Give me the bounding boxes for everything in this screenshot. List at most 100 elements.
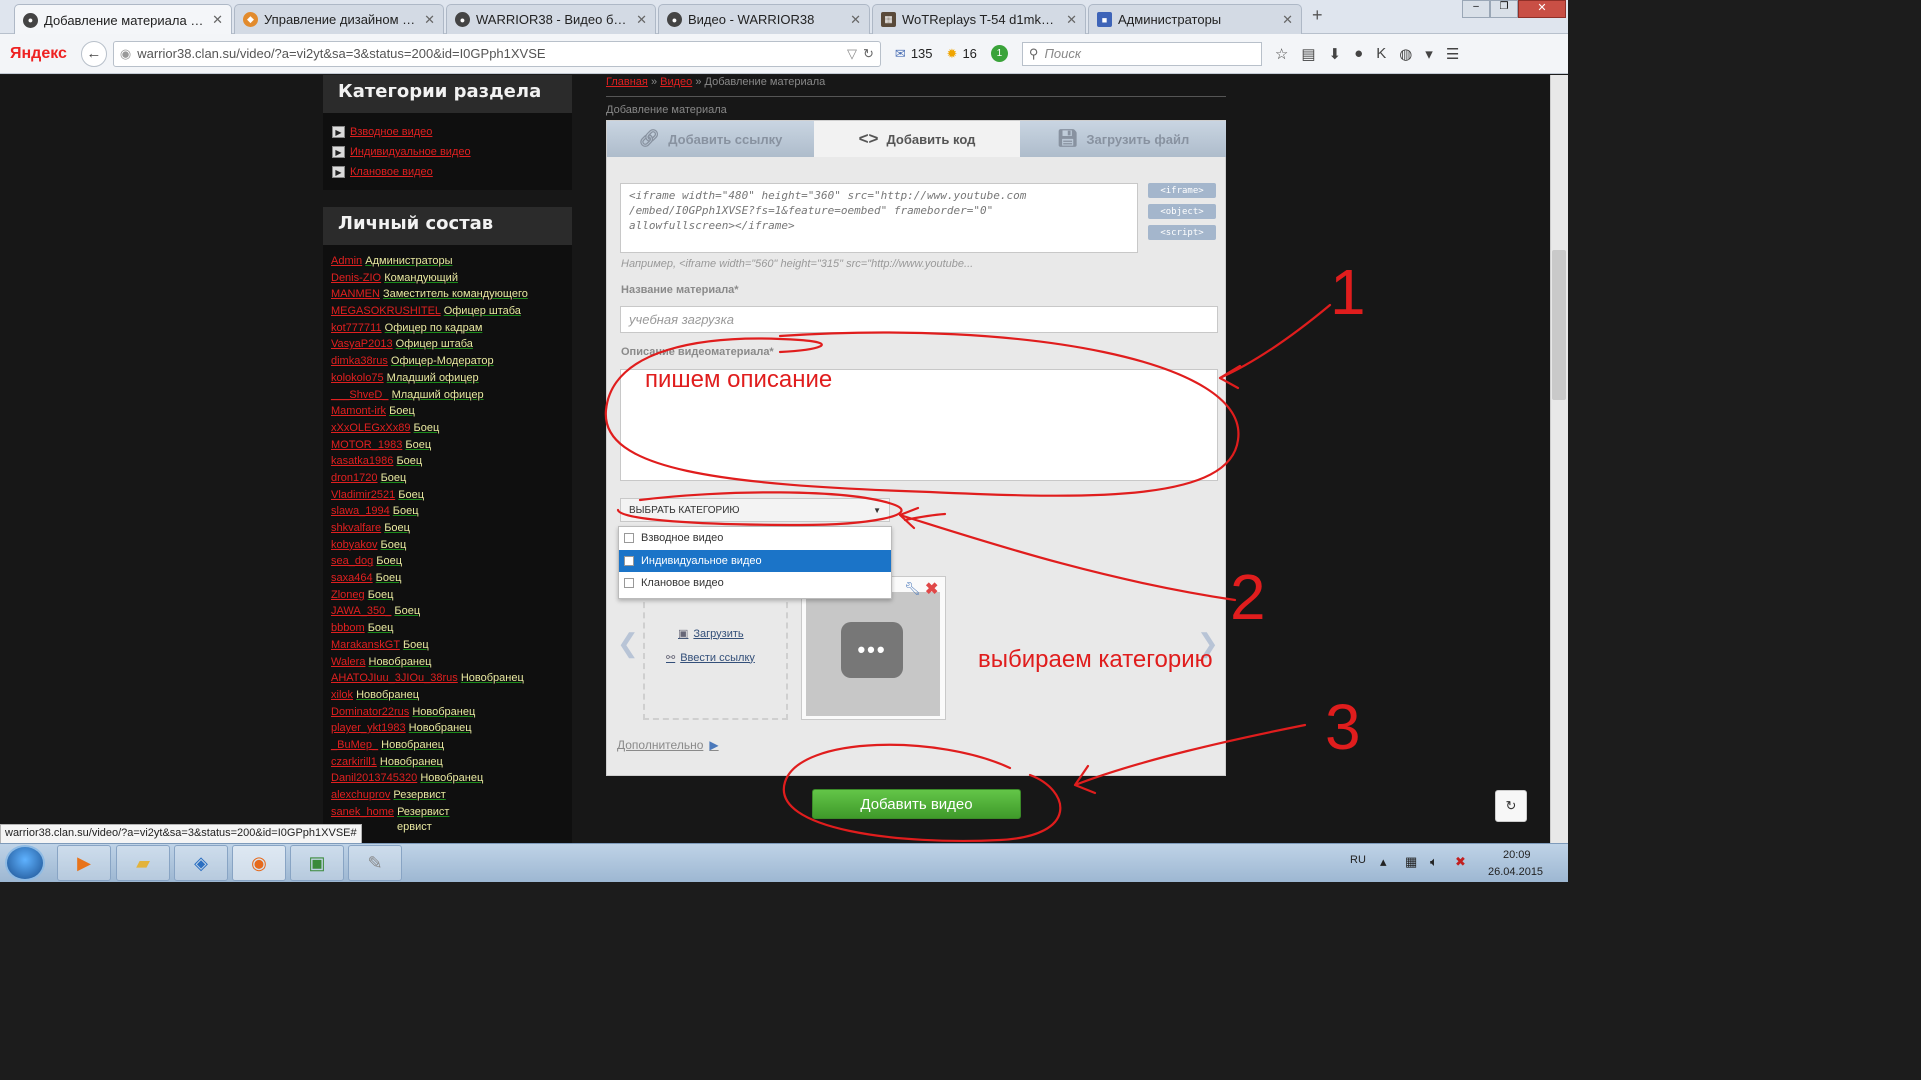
- member-name[interactable]: kot777711: [331, 322, 382, 334]
- category-select[interactable]: ВЫБРАТЬ КАТЕГОРИЮ ▼: [620, 498, 890, 522]
- member-name[interactable]: Admin: [331, 255, 362, 267]
- dropdown-icon[interactable]: ▽: [847, 46, 857, 62]
- member-name[interactable]: xilok: [331, 689, 353, 701]
- breadcrumb-section[interactable]: Видео: [660, 76, 692, 88]
- tab-add-code[interactable]: <> Добавить код: [814, 121, 1020, 157]
- member-name[interactable]: _BuMep_: [331, 739, 378, 751]
- tab-add-link[interactable]: 🔗︎ Добавить ссылку: [607, 121, 814, 157]
- download-icon[interactable]: ⬇: [1329, 45, 1342, 63]
- member-name[interactable]: Denis-ZIO: [331, 272, 381, 284]
- breadcrumb-home[interactable]: Главная: [606, 76, 648, 88]
- member-name[interactable]: bbbom: [331, 622, 365, 634]
- more-options-link[interactable]: Дополнительно ▶: [617, 738, 719, 752]
- address-bar[interactable]: ◉ warrior38.clan.su/video/?a=vi2yt&sa=3&…: [112, 40, 881, 67]
- maximize-icon[interactable]: ❐: [1490, 0, 1518, 18]
- antivirus-icon[interactable]: ✖: [1455, 854, 1466, 870]
- scrollbar[interactable]: [1550, 75, 1568, 843]
- minimize-icon[interactable]: –: [1462, 0, 1490, 18]
- back-button[interactable]: ←: [80, 40, 107, 67]
- close-tab-icon[interactable]: ✕: [850, 12, 861, 28]
- paint-icon[interactable]: ✎: [348, 845, 402, 881]
- chat-icon[interactable]: ●: [1354, 45, 1363, 62]
- browser-tab[interactable]: ■ Администраторы ✕: [1088, 4, 1302, 34]
- member-name[interactable]: kobyakov: [331, 539, 377, 551]
- member-name[interactable]: MANMEN: [331, 288, 380, 300]
- close-tab-icon[interactable]: ✕: [1282, 12, 1293, 28]
- search-input[interactable]: ⚲ Поиск: [1021, 41, 1262, 66]
- clock-date[interactable]: 26.04.2015: [1488, 866, 1543, 878]
- member-name[interactable]: sanek_home: [331, 806, 394, 818]
- category-item[interactable]: ▶ Клановое видео: [323, 162, 572, 182]
- category-link[interactable]: Индивидуальное видео: [350, 146, 471, 158]
- kaspersky-icon[interactable]: K: [1376, 45, 1386, 62]
- browser-tab[interactable]: ● Видео - WARRIOR38 ✕: [658, 4, 870, 34]
- member-name[interactable]: Mamont-irk: [331, 405, 386, 417]
- member-name[interactable]: Walera: [331, 656, 365, 668]
- upload-link[interactable]: ▣ Загрузить: [678, 627, 744, 641]
- member-name[interactable]: dron1720: [331, 472, 378, 484]
- add-video-button[interactable]: Добавить видео: [812, 789, 1021, 819]
- member-name[interactable]: dimka38rus: [331, 355, 388, 367]
- category-item[interactable]: ▶ Индивидуальное видео: [323, 142, 572, 162]
- member-name[interactable]: Zloneg: [331, 589, 365, 601]
- member-name[interactable]: JAWA_350_: [331, 605, 391, 617]
- delete-icon[interactable]: ✖: [925, 579, 938, 599]
- dropdown-arrow-icon[interactable]: ▾: [1425, 45, 1433, 63]
- browser-tab[interactable]: ◆ Управление дизайном - ... ✕: [234, 4, 444, 34]
- member-name[interactable]: ___ShveD_: [331, 389, 389, 401]
- member-name[interactable]: MOTOR_1983: [331, 439, 402, 451]
- insert-iframe-button[interactable]: <iframe>: [1148, 183, 1216, 198]
- close-tab-icon[interactable]: ✕: [636, 12, 647, 28]
- clock-time[interactable]: 20:09: [1503, 849, 1531, 861]
- network-icon[interactable]: ▦: [1405, 854, 1417, 870]
- member-name[interactable]: xXxOLEGxXx89: [331, 422, 410, 434]
- browser-tab[interactable]: ▦ WoTReplays T-54 d1mka3... ✕: [872, 4, 1086, 34]
- close-tab-icon[interactable]: ✕: [424, 12, 435, 28]
- start-button[interactable]: [5, 845, 45, 881]
- scrollbar-thumb[interactable]: [1552, 250, 1566, 400]
- close-tab-icon[interactable]: ✕: [1066, 12, 1077, 28]
- category-option[interactable]: Взводное видео: [619, 527, 891, 550]
- volume-icon[interactable]: 🔈︎: [1430, 854, 1438, 870]
- category-option[interactable]: Индивидуальное видео: [619, 549, 891, 572]
- category-link[interactable]: Взводное видео: [350, 126, 432, 138]
- checkbox[interactable]: [624, 578, 634, 589]
- browser-tab-active[interactable]: ● Добавление материала - ... ✕: [14, 4, 232, 35]
- wot-launcher-icon[interactable]: ▣: [290, 845, 344, 881]
- edit-wrench-icon[interactable]: 🔧︎: [904, 581, 921, 597]
- close-window-icon[interactable]: ✕: [1518, 0, 1566, 18]
- member-name[interactable]: czarkirill1: [331, 756, 377, 768]
- explorer-folder-icon[interactable]: ▰: [116, 845, 170, 881]
- checkbox[interactable]: [624, 555, 634, 566]
- app-icon[interactable]: ◈: [174, 845, 228, 881]
- member-name[interactable]: saxa464: [331, 572, 373, 584]
- new-tab-button[interactable]: +: [1312, 5, 1323, 26]
- checkbox[interactable]: [624, 533, 634, 544]
- insert-script-button[interactable]: <script>: [1148, 225, 1216, 240]
- scroll-top-button[interactable]: ↻: [1495, 790, 1527, 822]
- member-name[interactable]: AHATOJIuu_3JIOu_38rus: [331, 672, 458, 684]
- language-indicator[interactable]: RU: [1350, 854, 1366, 866]
- prev-arrow-icon[interactable]: ❮: [617, 628, 639, 659]
- bookmark-star-icon[interactable]: ☆: [1275, 45, 1288, 63]
- member-name[interactable]: slawa_1994: [331, 505, 390, 517]
- enter-url-link[interactable]: ⚯ Ввести ссылку: [666, 651, 755, 665]
- member-name[interactable]: shkvalfare: [331, 522, 381, 534]
- media-player-icon[interactable]: ▶: [57, 845, 111, 881]
- member-name[interactable]: kasatka1986: [331, 455, 393, 467]
- member-name[interactable]: VasyaP2013: [331, 338, 393, 350]
- member-name[interactable]: kolokolo75: [331, 372, 384, 384]
- firefox-icon[interactable]: ◉: [232, 845, 286, 881]
- yandex-logo[interactable]: Яндекс: [10, 45, 67, 63]
- weather-widget[interactable]: ✹ 16: [947, 46, 977, 62]
- member-name[interactable]: Dominator22rus: [331, 706, 409, 718]
- embed-code-textarea[interactable]: <iframe width="480" height="360" src="ht…: [620, 183, 1138, 253]
- menu-icon[interactable]: ☰: [1446, 45, 1459, 63]
- member-name[interactable]: alexchuprov: [331, 789, 390, 801]
- reload-icon[interactable]: ↻: [863, 46, 874, 62]
- title-input[interactable]: учебная загрузка: [620, 306, 1218, 333]
- bookmarks-list-icon[interactable]: ▤: [1301, 45, 1315, 63]
- browser-tab[interactable]: ● WARRIOR38 - Видео бойц... ✕: [446, 4, 656, 34]
- globe-icon[interactable]: ◍: [1399, 45, 1412, 63]
- member-name[interactable]: Danil2013745320: [331, 772, 417, 784]
